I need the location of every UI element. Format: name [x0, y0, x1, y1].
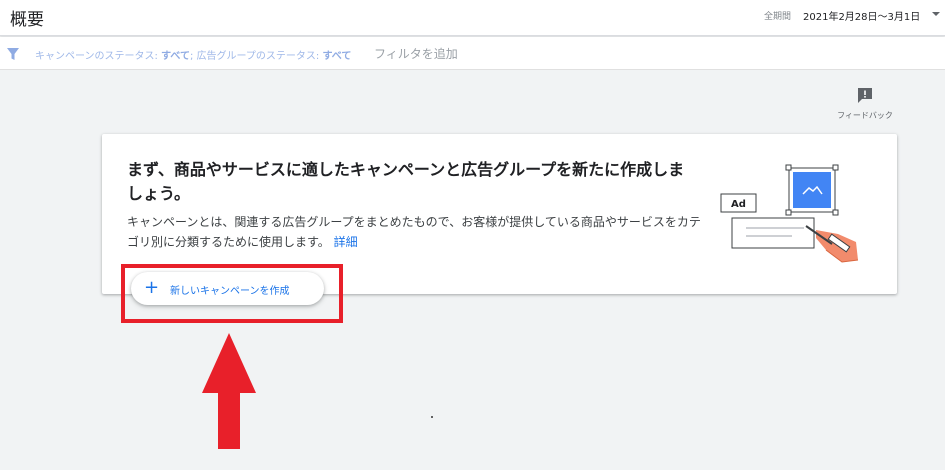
- chevron-down-icon[interactable]: [932, 12, 940, 16]
- filter-bar: キャンペーンのステータス: すべて; 広告グループのステータス: すべて フィル…: [0, 37, 945, 70]
- stray-dot: [431, 416, 433, 418]
- feedback-button[interactable]: フィードバック: [833, 86, 897, 121]
- illustration-ad-label: Ad: [731, 199, 746, 210]
- ad-creation-illustration: Ad: [720, 164, 859, 263]
- card-description-text: キャンペーンとは、関連する広告グループをまとめたもので、お客様が提供している商品…: [127, 215, 701, 249]
- page-title: 概要: [10, 10, 44, 30]
- card-description: キャンペーンとは、関連する広告グループをまとめたもので、お客様が提供している商品…: [127, 212, 702, 252]
- add-filter-button[interactable]: フィルタを追加: [374, 45, 458, 62]
- annotation-highlight-box: [121, 264, 343, 323]
- filter-icon[interactable]: [6, 47, 20, 61]
- campaign-status-value: すべて: [161, 51, 190, 62]
- learn-more-link[interactable]: 詳細: [334, 235, 358, 249]
- top-header: 概要 全期間 2021年2月28日〜3月1日: [0, 0, 945, 36]
- campaign-status-label: キャンペーンのステータス:: [35, 51, 162, 62]
- date-range-label: 全期間: [764, 12, 792, 22]
- ad-group-status-label: ; 広告グループのステータス:: [189, 51, 323, 62]
- ad-group-status-value: すべて: [322, 51, 352, 62]
- annotation-arrow-up-icon: [202, 333, 256, 449]
- feedback-label: フィードバック: [837, 111, 893, 120]
- feedback-icon: [858, 88, 872, 103]
- active-filters[interactable]: キャンペーンのステータス: すべて; 広告グループのステータス: すべて: [35, 47, 351, 62]
- card-title: まず、商品やサービスに適したキャンペーンと広告グループを新たに作成しましょう。: [127, 160, 685, 203]
- date-range-selector[interactable]: 2021年2月28日〜3月1日: [803, 8, 920, 23]
